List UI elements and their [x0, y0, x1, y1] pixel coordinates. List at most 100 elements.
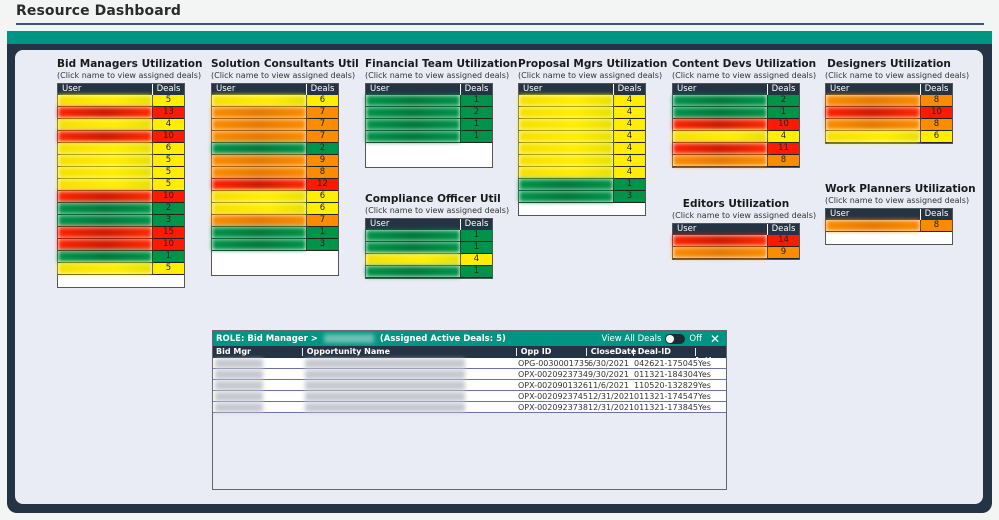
col-bid-mgr[interactable]: Bid Mgr: [216, 347, 251, 356]
user-name-link[interactable]: [58, 155, 152, 166]
table-row[interactable]: 8: [826, 220, 952, 232]
table-row[interactable]: 6: [212, 95, 338, 107]
deal-row[interactable]: OPG-0030001735 6/30/2021 042621-175045 Y…: [213, 358, 726, 369]
table-row[interactable]: 1: [519, 179, 645, 191]
col-opportunity-name[interactable]: | Opportunity Name: [301, 347, 390, 356]
table-row[interactable]: 6: [826, 131, 952, 143]
col-close-date[interactable]: | CloseDate: [585, 347, 636, 356]
table-row[interactable]: 13: [58, 107, 184, 119]
table-row[interactable]: 1: [673, 107, 799, 119]
user-name-link[interactable]: [212, 227, 306, 238]
deal-row[interactable]: OPX-0020923738 12/31/2021 011321-173845 …: [213, 402, 726, 413]
user-name-link[interactable]: [673, 143, 767, 154]
user-name-link[interactable]: [366, 95, 460, 106]
col-opp-id[interactable]: | Opp ID: [515, 347, 551, 356]
user-name-link[interactable]: [519, 131, 613, 142]
user-name-link[interactable]: [212, 215, 306, 226]
table-row[interactable]: 9: [212, 155, 338, 167]
user-name-link[interactable]: [58, 143, 152, 154]
user-name-link[interactable]: [58, 191, 152, 202]
user-name-link[interactable]: [366, 254, 460, 265]
table-row[interactable]: 2: [212, 143, 338, 155]
user-name-link[interactable]: [58, 203, 152, 214]
user-name-link[interactable]: [519, 191, 613, 202]
table-row[interactable]: 1: [58, 251, 184, 263]
table-row[interactable]: 11: [673, 143, 799, 155]
user-name-link[interactable]: [826, 95, 920, 106]
user-name-link[interactable]: [58, 251, 152, 262]
table-row[interactable]: 5: [58, 155, 184, 167]
user-name-link[interactable]: [366, 230, 460, 241]
table-row[interactable]: 1: [366, 131, 492, 143]
user-name-link[interactable]: [212, 119, 306, 130]
user-name-link[interactable]: [519, 143, 613, 154]
table-row[interactable]: 4: [519, 167, 645, 179]
user-name-link[interactable]: [212, 239, 306, 250]
table-row[interactable]: 5: [58, 179, 184, 191]
table-row[interactable]: 10: [58, 131, 184, 143]
table-row[interactable]: 8: [673, 155, 799, 167]
user-name-link[interactable]: [519, 155, 613, 166]
table-row[interactable]: 1: [212, 227, 338, 239]
table-row[interactable]: 5: [58, 95, 184, 107]
table-row[interactable]: 4: [519, 155, 645, 167]
user-name-link[interactable]: [58, 167, 152, 178]
deal-row[interactable]: OPX-0020923734 9/30/2021 011321-184304 Y…: [213, 369, 726, 380]
user-name-link[interactable]: [58, 95, 152, 106]
table-row[interactable]: 3: [212, 239, 338, 251]
user-name-link[interactable]: [212, 203, 306, 214]
table-row[interactable]: 1: [366, 119, 492, 131]
user-name-link[interactable]: [212, 143, 306, 154]
user-name-link[interactable]: [826, 220, 920, 231]
user-name-link[interactable]: [673, 155, 767, 166]
user-name-link[interactable]: [58, 119, 152, 130]
user-name-link[interactable]: [212, 167, 306, 178]
user-name-link[interactable]: [826, 119, 920, 130]
user-name-link[interactable]: [58, 239, 152, 250]
table-row[interactable]: 1: [366, 266, 492, 278]
col-deal-id[interactable]: | Deal-ID: [632, 347, 671, 356]
table-row[interactable]: 4: [519, 107, 645, 119]
table-row[interactable]: 7: [212, 119, 338, 131]
user-name-link[interactable]: [366, 119, 460, 130]
table-row[interactable]: 12: [212, 179, 338, 191]
table-row[interactable]: 10: [673, 119, 799, 131]
table-row[interactable]: 8: [826, 95, 952, 107]
table-row[interactable]: 10: [58, 239, 184, 251]
table-row[interactable]: 2: [673, 95, 799, 107]
user-name-link[interactable]: [212, 191, 306, 202]
user-name-link[interactable]: [673, 119, 767, 130]
table-row[interactable]: 7: [212, 215, 338, 227]
user-name-link[interactable]: [212, 155, 306, 166]
user-name-link[interactable]: [519, 119, 613, 130]
table-row[interactable]: 8: [826, 119, 952, 131]
table-row[interactable]: 3: [519, 191, 645, 203]
close-icon[interactable]: ✕: [710, 332, 720, 346]
table-row[interactable]: 4: [519, 143, 645, 155]
table-row[interactable]: 10: [826, 107, 952, 119]
user-name-link[interactable]: [673, 235, 767, 246]
table-row[interactable]: 1: [366, 95, 492, 107]
table-row[interactable]: 4: [519, 95, 645, 107]
table-row[interactable]: 4: [673, 131, 799, 143]
deal-row[interactable]: OPX-0020901326 11/6/2021 110520-132829 Y…: [213, 380, 726, 391]
table-row[interactable]: 7: [212, 131, 338, 143]
view-all-deals-toggle[interactable]: [665, 333, 686, 344]
table-row[interactable]: 5: [58, 167, 184, 179]
user-name-link[interactable]: [212, 179, 306, 190]
table-row[interactable]: 3: [58, 215, 184, 227]
deal-row[interactable]: OPX-0020923745 12/31/2021 011321-174547 …: [213, 391, 726, 402]
user-name-link[interactable]: [58, 131, 152, 142]
user-name-link[interactable]: [826, 131, 920, 142]
table-row[interactable]: 2: [58, 203, 184, 215]
user-name-link[interactable]: [673, 247, 767, 258]
user-name-link[interactable]: [366, 107, 460, 118]
user-name-link[interactable]: [212, 131, 306, 142]
table-row[interactable]: 8: [212, 167, 338, 179]
user-name-link[interactable]: [58, 215, 152, 226]
table-row[interactable]: 6: [212, 203, 338, 215]
table-row[interactable]: 1: [366, 242, 492, 254]
user-name-link[interactable]: [58, 107, 152, 118]
user-name-link[interactable]: [519, 167, 613, 178]
table-row[interactable]: 10: [58, 191, 184, 203]
